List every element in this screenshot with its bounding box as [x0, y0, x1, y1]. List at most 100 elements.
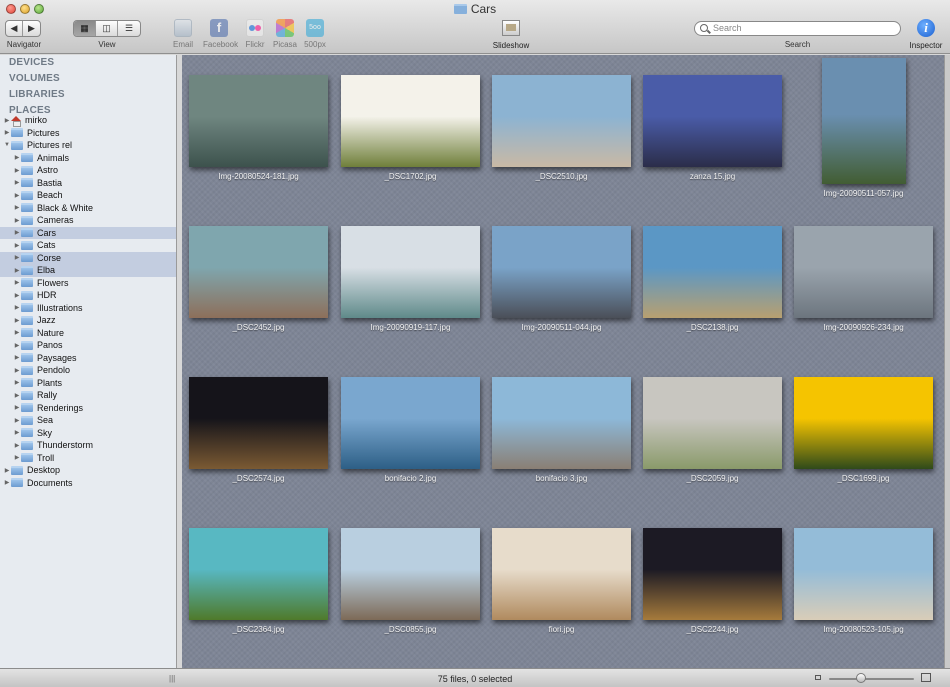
- sidebar-item-bastia[interactable]: ▶ Bastia: [0, 177, 176, 190]
- grid-view-icon[interactable]: ▦: [74, 21, 96, 36]
- slider-knob[interactable]: [856, 673, 866, 683]
- disclosure-closed-icon[interactable]: ▶: [13, 429, 21, 436]
- disclosure-closed-icon[interactable]: ▶: [13, 192, 21, 199]
- sidebar-item-cars[interactable]: ▶ Cars: [0, 226, 176, 239]
- thumbnail[interactable]: [794, 377, 933, 469]
- sidebar-item-pictures-rel[interactable]: ▼ Pictures rel: [0, 139, 176, 152]
- sidebar-item-nature[interactable]: ▶ Nature: [0, 327, 176, 340]
- thumbnail[interactable]: [189, 528, 328, 620]
- sidebar-item-astro[interactable]: ▶ Astro: [0, 164, 176, 177]
- thumbnail[interactable]: [341, 377, 480, 469]
- search-input[interactable]: Search: [694, 21, 901, 36]
- thumbnail[interactable]: [492, 226, 631, 318]
- sidebar-section-volumes[interactable]: VOLUMES: [9, 73, 60, 84]
- thumbnail[interactable]: [643, 75, 782, 167]
- sidebar-item-cats[interactable]: ▶ Cats: [0, 239, 176, 252]
- disclosure-closed-icon[interactable]: ▶: [13, 292, 21, 299]
- sidebar-item-mirko[interactable]: ▶ mirko: [0, 114, 176, 127]
- sidebar-item-flowers[interactable]: ▶ Flowers: [0, 277, 176, 290]
- sidebar-item-desktop[interactable]: ▶ Desktop: [0, 464, 176, 477]
- share-500px-button[interactable]: 5oo 500px: [299, 19, 331, 49]
- thumbnail[interactable]: [492, 528, 631, 620]
- thumbnail[interactable]: [189, 226, 328, 318]
- share-email-button[interactable]: Email: [167, 19, 199, 49]
- disclosure-closed-icon[interactable]: ▶: [3, 479, 11, 486]
- thumbnail[interactable]: [794, 226, 933, 318]
- disclosure-closed-icon[interactable]: ▶: [13, 242, 21, 249]
- disclosure-closed-icon[interactable]: ▶: [3, 117, 11, 124]
- sidebar-item-elba[interactable]: ▶ Elba: [0, 264, 176, 277]
- thumbnail-size-slider[interactable]: [829, 678, 914, 680]
- large-thumbnail-icon[interactable]: [921, 673, 931, 682]
- disclosure-closed-icon[interactable]: ▶: [13, 254, 21, 261]
- forward-button[interactable]: ▶: [23, 21, 40, 36]
- small-thumbnail-icon[interactable]: [815, 675, 821, 680]
- disclosure-closed-icon[interactable]: ▶: [13, 392, 21, 399]
- disclosure-closed-icon[interactable]: ▶: [3, 129, 11, 136]
- disclosure-closed-icon[interactable]: ▶: [13, 379, 21, 386]
- thumbnail[interactable]: [189, 75, 328, 167]
- back-button[interactable]: ◀: [6, 21, 23, 36]
- share-facebook-button[interactable]: f Facebook: [203, 19, 238, 49]
- sidebar-item-sea[interactable]: ▶ Sea: [0, 414, 176, 427]
- thumbnail[interactable]: [643, 528, 782, 620]
- disclosure-closed-icon[interactable]: ▶: [13, 454, 21, 461]
- sidebar-item-hdr[interactable]: ▶ HDR: [0, 289, 176, 302]
- sidebar-item-jazz[interactable]: ▶ Jazz: [0, 314, 176, 327]
- disclosure-closed-icon[interactable]: ▶: [3, 467, 11, 474]
- thumbnail[interactable]: [492, 377, 631, 469]
- disclosure-closed-icon[interactable]: ▶: [13, 204, 21, 211]
- sidebar-item-beach[interactable]: ▶ Beach: [0, 189, 176, 202]
- disclosure-closed-icon[interactable]: ▶: [13, 329, 21, 336]
- sidebar-item-animals[interactable]: ▶ Animals: [0, 152, 176, 165]
- disclosure-open-icon[interactable]: ▼: [3, 142, 11, 148]
- share-picasa-button[interactable]: Picasa: [269, 19, 301, 49]
- slideshow-button[interactable]: Slideshow: [491, 20, 531, 50]
- sidebar-item-sky[interactable]: ▶ Sky: [0, 427, 176, 440]
- disclosure-closed-icon[interactable]: ▶: [13, 417, 21, 424]
- disclosure-closed-icon[interactable]: ▶: [13, 279, 21, 286]
- thumbnail[interactable]: [643, 226, 782, 318]
- sidebar-item-panos[interactable]: ▶ Panos: [0, 339, 176, 352]
- sidebar-item-troll[interactable]: ▶ Troll: [0, 452, 176, 465]
- sidebar-item-pictures[interactable]: ▶ Pictures: [0, 127, 176, 140]
- sidebar-item-corse[interactable]: ▶ Corse: [0, 251, 176, 264]
- sidebar-item-illustrations[interactable]: ▶ Illustrations: [0, 302, 176, 315]
- sidebar-item-black-white[interactable]: ▶ Black & White: [0, 202, 176, 215]
- sidebar-item-paysages[interactable]: ▶ Paysages: [0, 352, 176, 365]
- disclosure-closed-icon[interactable]: ▶: [13, 342, 21, 349]
- disclosure-closed-icon[interactable]: ▶: [13, 179, 21, 186]
- sidebar-section-devices[interactable]: DEVICES: [9, 57, 54, 68]
- thumbnail[interactable]: [341, 75, 480, 167]
- list-view-icon[interactable]: ☰: [118, 21, 140, 36]
- inspector-button[interactable]: i Inspector: [908, 19, 944, 50]
- sidebar-item-plants[interactable]: ▶ Plants: [0, 377, 176, 390]
- sidebar-item-pendolo[interactable]: ▶ Pendolo: [0, 364, 176, 377]
- thumbnail[interactable]: [794, 528, 933, 620]
- sidebar-item-rally[interactable]: ▶ Rally: [0, 389, 176, 402]
- disclosure-closed-icon[interactable]: ▶: [13, 229, 21, 236]
- disclosure-closed-icon[interactable]: ▶: [13, 442, 21, 449]
- disclosure-closed-icon[interactable]: ▶: [13, 304, 21, 311]
- disclosure-closed-icon[interactable]: ▶: [13, 404, 21, 411]
- sidebar-item-renderings[interactable]: ▶ Renderings: [0, 402, 176, 415]
- disclosure-closed-icon[interactable]: ▶: [13, 167, 21, 174]
- filmstrip-view-icon[interactable]: ◫: [96, 21, 118, 36]
- disclosure-closed-icon[interactable]: ▶: [13, 217, 21, 224]
- scrollbar[interactable]: [944, 55, 950, 668]
- disclosure-closed-icon[interactable]: ▶: [13, 154, 21, 161]
- sidebar-item-documents[interactable]: ▶ Documents: [0, 477, 176, 490]
- thumbnail[interactable]: [189, 377, 328, 469]
- sidebar-section-libraries[interactable]: LIBRARIES: [9, 89, 65, 100]
- thumbnail[interactable]: [341, 226, 480, 318]
- disclosure-closed-icon[interactable]: ▶: [13, 267, 21, 274]
- disclosure-closed-icon[interactable]: ▶: [13, 354, 21, 361]
- thumbnail[interactable]: [822, 58, 906, 184]
- disclosure-closed-icon[interactable]: ▶: [13, 367, 21, 374]
- sidebar-item-thunderstorm[interactable]: ▶ Thunderstorm: [0, 439, 176, 452]
- sidebar-item-cameras[interactable]: ▶ Cameras: [0, 214, 176, 227]
- disclosure-closed-icon[interactable]: ▶: [13, 317, 21, 324]
- thumbnail[interactable]: [643, 377, 782, 469]
- thumbnail[interactable]: [492, 75, 631, 167]
- share-flickr-button[interactable]: Flickr: [239, 19, 271, 49]
